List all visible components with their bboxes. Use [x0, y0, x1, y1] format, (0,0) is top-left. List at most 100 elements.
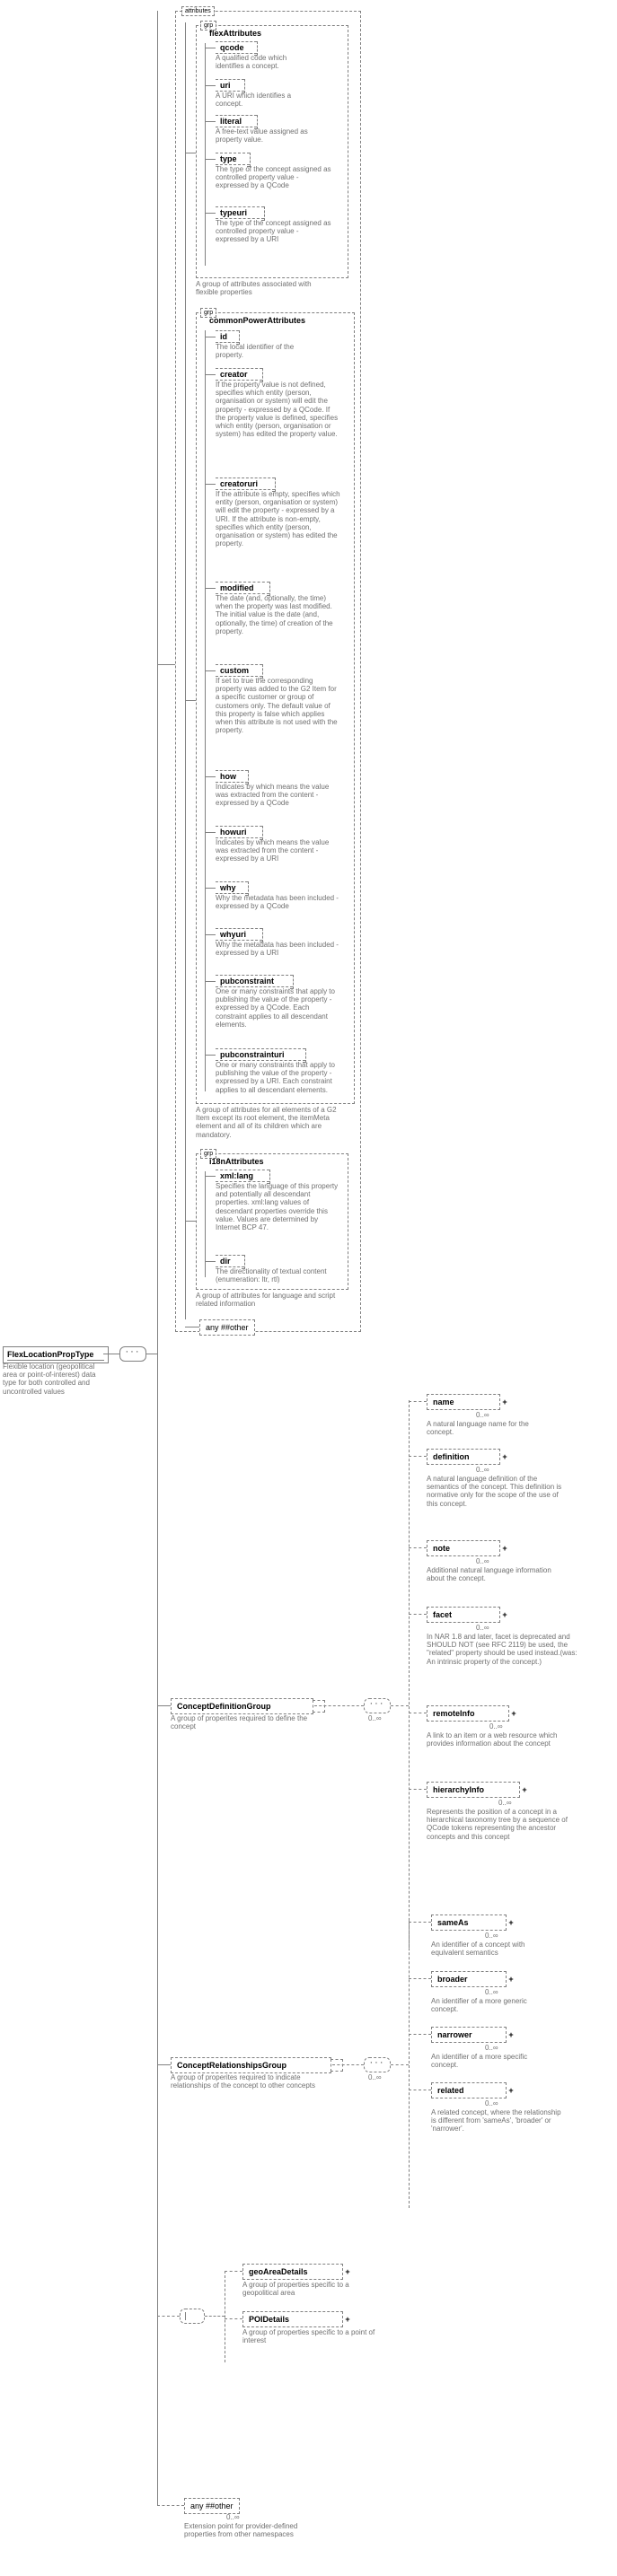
c — [205, 85, 216, 86]
desc-hierarchyinfo: Represents the position of a concept in … — [427, 1808, 570, 1841]
elem-related[interactable]: related+ — [431, 2082, 516, 2098]
attr-pubconstrainturi-desc: One or many constraints that apply to pu… — [216, 1061, 341, 1094]
elem-sameas[interactable]: sameAs+ — [431, 1914, 516, 1931]
desc-broader: An identifier of a more generic concept. — [431, 1997, 548, 2013]
card-definition: 0..∞ — [476, 1466, 489, 1474]
attr-custom: custom — [216, 664, 262, 677]
attr-whyuri-desc: Why the metadata has been included - exp… — [216, 941, 341, 957]
c — [332, 2064, 364, 2065]
attributes-tab: attributes — [181, 6, 215, 16]
c — [205, 981, 216, 982]
expand-icon[interactable]: + — [506, 2082, 516, 2098]
c — [205, 588, 216, 589]
expand-icon[interactable]: + — [506, 2027, 516, 2043]
common-group-desc: A group of attributes for all elements o… — [196, 1106, 348, 1139]
i18n-group-desc: A group of attributes for language and s… — [196, 1292, 339, 1308]
attr-whyuri: whyuri — [216, 928, 262, 941]
elem-hierarchyinfo[interactable]: hierarchyInfo+ — [427, 1782, 529, 1798]
attr-typeuri-desc: The type of the concept assigned as cont… — [216, 219, 332, 244]
expand-icon[interactable]: + — [499, 1449, 509, 1465]
desc-geoareadetails: A group of properties specific to a geop… — [242, 2281, 377, 2297]
elem-poidetails[interactable]: POIDetails+ — [242, 2311, 352, 2327]
c — [205, 832, 216, 833]
elem-geoareadetails[interactable]: geoAreaDetails+ — [242, 2264, 352, 2280]
cdg-seq-card: 0..∞ — [368, 1714, 382, 1722]
c — [391, 1705, 409, 1706]
attr-modified: modified — [216, 582, 269, 594]
expand-icon[interactable]: + — [342, 2264, 352, 2280]
attr-id-desc: The local identifier of the property. — [216, 343, 323, 359]
expand-icon[interactable]: + — [342, 2311, 352, 2327]
c — [205, 1261, 216, 1262]
attr-pubconstrainturi: pubconstrainturi — [216, 1048, 305, 1061]
attr-how: how — [216, 770, 248, 783]
desc-note: Additional natural language information … — [427, 1566, 561, 1582]
crg-seq — [364, 2057, 391, 2072]
elem-name[interactable]: name+ — [427, 1394, 509, 1410]
attr-creatoruri-desc: If the attribute is empty, specifies whi… — [216, 490, 341, 548]
any-attr: any ##other — [199, 1319, 255, 1336]
attr-how-desc: Indicates by which means the value was e… — [216, 783, 341, 808]
desc-name: A natural language name for the concept. — [427, 1420, 543, 1436]
attr-modified-desc: The date (and, optionally, the time) whe… — [216, 594, 341, 635]
attr-creatoruri: creatoruri — [216, 478, 275, 490]
c — [409, 1614, 427, 1615]
card-name: 0..∞ — [476, 1411, 489, 1419]
elem-definition[interactable]: definition+ — [427, 1449, 509, 1465]
attr-howuri: howuri — [216, 826, 262, 838]
card-sameas: 0..∞ — [485, 1932, 498, 1940]
c — [157, 2505, 184, 2506]
attr-why: why — [216, 881, 248, 894]
attr-howuri-desc: Indicates by which means the value was e… — [216, 838, 341, 863]
cdg-spine — [409, 1400, 410, 1948]
expand-icon[interactable]: + — [499, 1607, 509, 1623]
attr-typeuri: typeuri — [216, 206, 264, 219]
card-hierarchyinfo: 0..∞ — [498, 1799, 512, 1807]
card-anychild: 0..∞ — [226, 2513, 240, 2521]
flex-group-desc: A group of attributes associated with fl… — [196, 280, 331, 296]
c — [205, 1176, 216, 1177]
expand-icon[interactable]: + — [506, 1914, 516, 1931]
expand-icon[interactable]: + — [519, 1782, 529, 1798]
desc-remoteinfo: A link to an item or a web resource whic… — [427, 1731, 561, 1748]
attr-creator: creator — [216, 368, 262, 381]
attr-spine — [185, 22, 186, 1319]
elem-remoteinfo[interactable]: remoteInfo+ — [427, 1705, 518, 1722]
c — [409, 1789, 427, 1790]
c — [205, 159, 216, 160]
flex-title: flexAttributes — [209, 29, 261, 38]
c — [409, 1978, 431, 1979]
c — [205, 934, 216, 935]
elem-broader[interactable]: broader+ — [431, 1971, 516, 1987]
c — [314, 1705, 364, 1706]
expand-icon[interactable]: + — [499, 1394, 509, 1410]
c — [205, 888, 216, 889]
elem-narrower[interactable]: narrower+ — [431, 2027, 516, 2043]
root-type-box: FlexLocationPropType — [3, 1346, 109, 1363]
attr-xmllang-desc: Specifies the language of this property … — [216, 1182, 341, 1231]
attr-uri-desc: A URI which identifies a concept. — [216, 92, 314, 108]
elem-note[interactable]: note+ — [427, 1540, 509, 1556]
attr-xmllang: xml:lang — [216, 1170, 269, 1182]
attr-dir: dir — [216, 1255, 244, 1267]
card-facet: 0..∞ — [476, 1624, 489, 1632]
expand-icon[interactable]: + — [508, 1705, 518, 1722]
expand-icon[interactable]: + — [506, 1971, 516, 1987]
desc-definition: A natural language definition of the sem… — [427, 1475, 570, 1508]
c — [409, 1922, 431, 1923]
conn — [157, 664, 175, 665]
desc-poidetails: A group of properties specific to a poin… — [242, 2328, 377, 2344]
desc-anychild: Extension point for provider-defined pro… — [184, 2522, 328, 2538]
elem-facet[interactable]: facet+ — [427, 1607, 509, 1623]
conn — [157, 1705, 171, 1706]
common-spine — [205, 330, 206, 1091]
c — [205, 121, 216, 122]
attr-qcode-desc: A qualified code which identifies a conc… — [216, 54, 314, 70]
concept-relationships-group: ConceptRelationshipsGroup — [171, 2057, 331, 2073]
conn — [185, 700, 196, 701]
spine — [157, 11, 158, 2506]
attr-id: id — [216, 330, 239, 343]
c — [391, 2064, 409, 2065]
crg-desc: A group of properites required to indica… — [171, 2073, 328, 2090]
expand-icon[interactable]: + — [499, 1540, 509, 1556]
